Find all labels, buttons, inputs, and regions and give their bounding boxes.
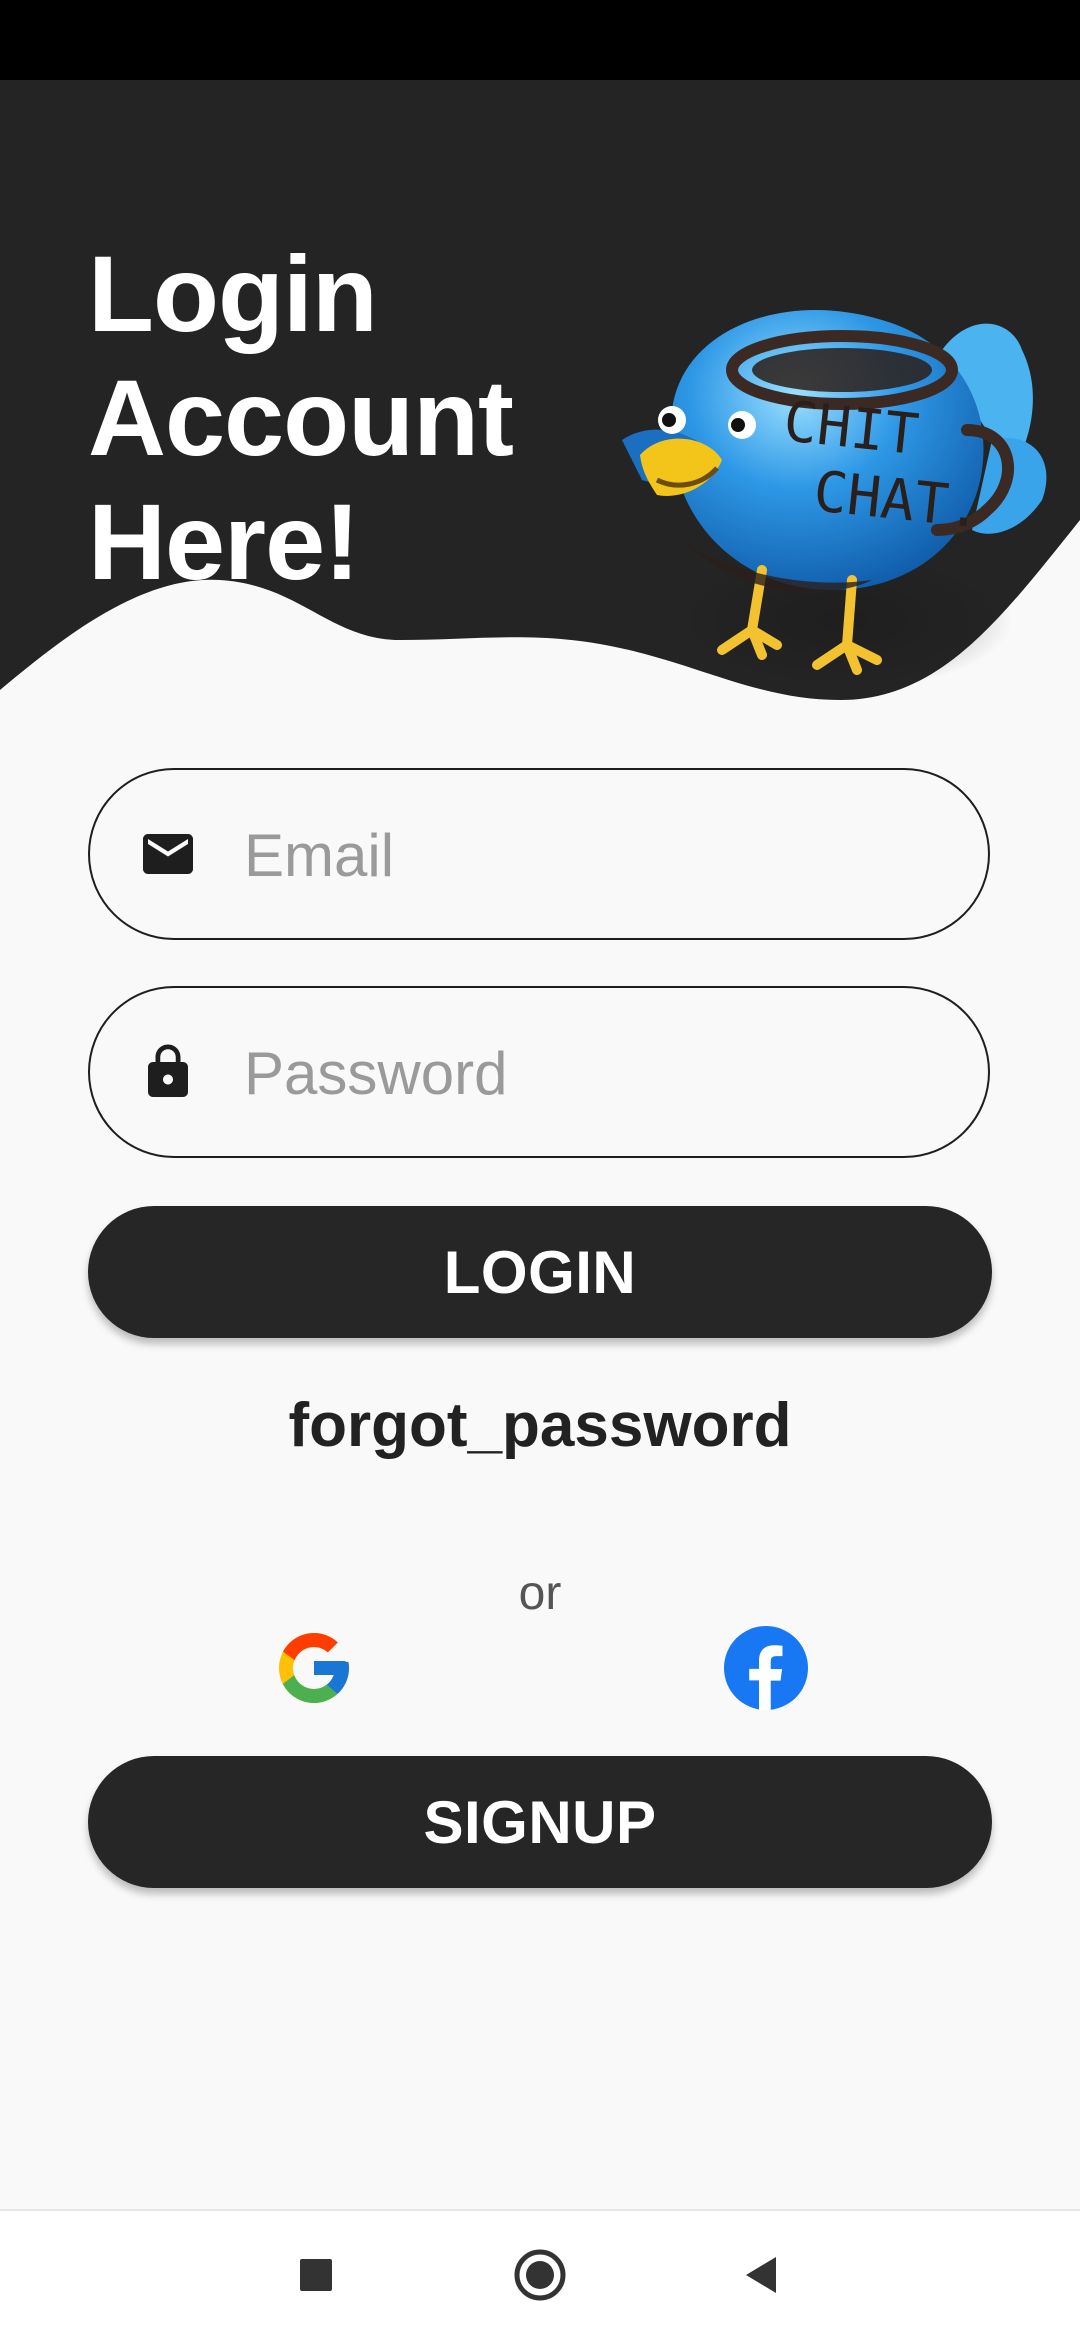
email-input[interactable] (242, 770, 946, 940)
page-title: Login Account Here! (88, 232, 514, 604)
or-divider-label: or (518, 1567, 562, 1620)
signup-button[interactable]: SIGNUP (88, 1756, 992, 1888)
title-line-3: Here! (88, 481, 360, 602)
lock-icon (148, 1044, 188, 1097)
home-circle-icon[interactable] (500, 2235, 580, 2315)
status-bar (0, 0, 1080, 80)
password-input[interactable] (242, 988, 946, 1158)
navigation-bar (0, 2209, 1080, 2342)
facebook-icon[interactable] (724, 1626, 808, 1710)
chit-chat-bird-logo: CHIT CHAT. (622, 310, 1047, 690)
recents-square-icon[interactable] (276, 2235, 356, 2315)
title-line-1: Login (88, 233, 378, 354)
forgot-password-link[interactable]: forgot_password (0, 1390, 1080, 1461)
password-field[interactable] (88, 986, 990, 1158)
google-icon[interactable] (272, 1626, 356, 1710)
title-line-2: Account (88, 357, 514, 478)
mail-icon (143, 834, 193, 874)
login-button[interactable]: LOGIN (88, 1206, 992, 1338)
back-triangle-icon[interactable] (720, 2235, 800, 2315)
email-field[interactable] (88, 768, 990, 940)
